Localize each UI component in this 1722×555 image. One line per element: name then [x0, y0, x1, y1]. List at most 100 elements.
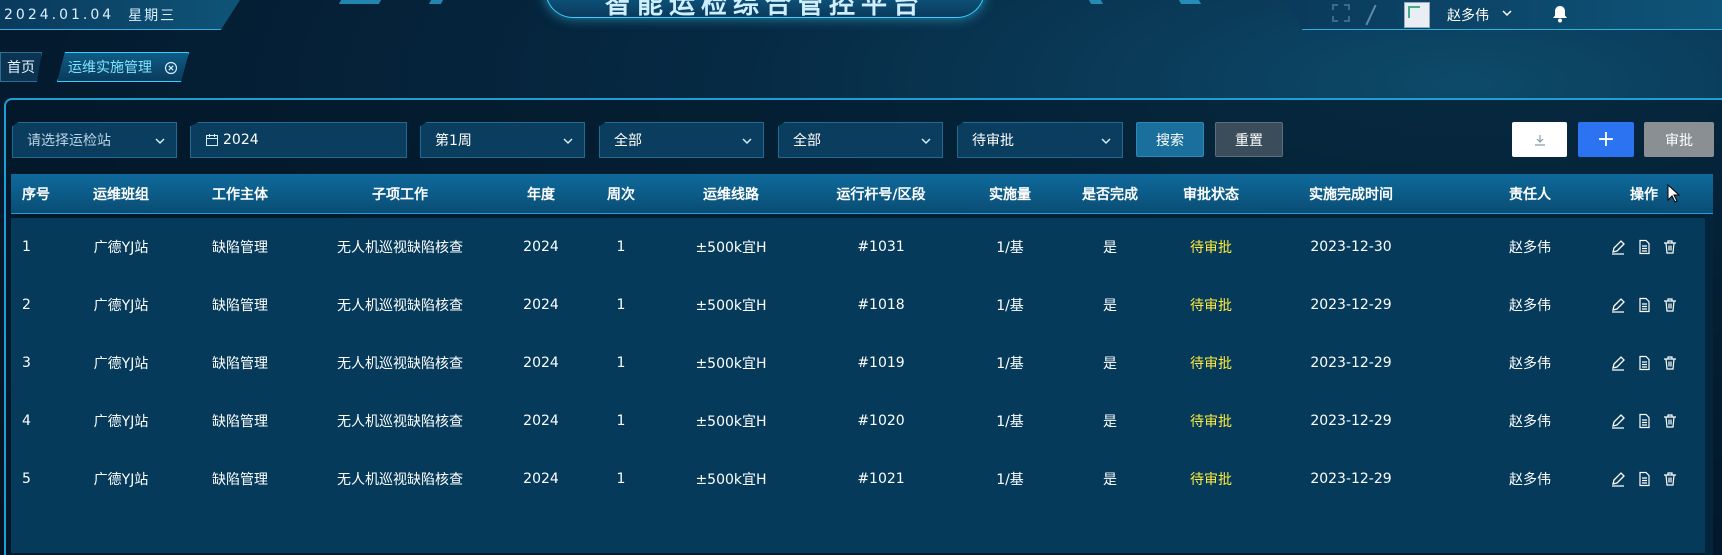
table-cell: 缺陷管理: [212, 240, 268, 256]
reset-button[interactable]: 重置: [1215, 122, 1283, 157]
table-cell: #1019: [857, 355, 905, 371]
status-value: 待审批: [972, 133, 1014, 149]
table-cell: 缺陷管理: [212, 298, 268, 314]
week-select[interactable]: 第1周: [420, 122, 585, 158]
edit-icon[interactable]: [1610, 239, 1626, 255]
table-cell: 1: [616, 355, 626, 371]
trash-icon[interactable]: [1662, 239, 1678, 255]
tab-home[interactable]: 首页: [0, 52, 42, 82]
trash-icon[interactable]: [1662, 297, 1678, 313]
status-badge: 待审批: [1190, 472, 1232, 488]
table-cell: 1/基: [996, 240, 1024, 256]
calendar-icon: [206, 134, 218, 146]
table-cell: 1: [616, 239, 626, 255]
date-text: 2024.01.04: [4, 6, 115, 23]
document-icon[interactable]: [1636, 413, 1652, 429]
table-cell: 无人机巡视缺陷核查: [337, 356, 463, 372]
table-cell: #1018: [857, 297, 905, 313]
table-cell: 广德YJ站: [93, 240, 149, 256]
column-header: 运维班组: [93, 186, 149, 203]
table-header: 序号 运维班组 工作主体 子项工作 年度 周次 运维线路 运行杆号/区段 实施量…: [11, 174, 1713, 214]
station-select[interactable]: 请选择运检站: [12, 122, 177, 158]
bell-icon[interactable]: [1550, 4, 1570, 24]
download-button[interactable]: [1512, 122, 1567, 157]
table-cell: ±500k宜H: [695, 472, 767, 488]
document-icon[interactable]: [1636, 239, 1652, 255]
chevron-down-icon: [921, 138, 931, 145]
table-cell: ±500k宜H: [695, 414, 767, 430]
fullscreen-icon[interactable]: [1332, 4, 1350, 22]
table-cell: ±500k宜H: [695, 240, 767, 256]
column-header: 操作: [1630, 186, 1658, 203]
filter-select-b[interactable]: 全部: [778, 122, 943, 158]
username[interactable]: 赵多伟: [1447, 5, 1489, 25]
table-cell: 赵多伟: [1509, 414, 1551, 430]
table-row: 3 广德YJ站 缺陷管理 无人机巡视缺陷核查 2024 1 ±500k宜H #1019 1/基 是…: [11, 334, 1705, 394]
document-icon[interactable]: [1636, 355, 1652, 371]
trash-icon[interactable]: [1662, 471, 1678, 487]
close-circle-icon[interactable]: [164, 61, 178, 75]
table-cell: 赵多伟: [1509, 240, 1551, 256]
row-actions: [1610, 392, 1678, 450]
add-button[interactable]: +: [1578, 122, 1634, 157]
table-row: 2 广德YJ站 缺陷管理 无人机巡视缺陷核查 2024 1 ±500k宜H #1018 1/基 是…: [11, 276, 1705, 336]
header-decoration: [1088, 0, 1104, 4]
table-cell: 1: [616, 413, 626, 429]
edit-icon[interactable]: [1610, 471, 1626, 487]
column-header: 审批状态: [1183, 186, 1239, 203]
search-button[interactable]: 搜索: [1136, 122, 1204, 157]
table-cell: 赵多伟: [1509, 472, 1551, 488]
table-cell: 2: [22, 297, 31, 313]
status-select[interactable]: 待审批: [957, 122, 1123, 158]
tab-maintenance[interactable]: 运维实施管理: [57, 52, 189, 82]
table-cell: 缺陷管理: [212, 472, 268, 488]
column-header: 是否完成: [1082, 186, 1138, 203]
document-icon[interactable]: [1636, 471, 1652, 487]
edit-icon[interactable]: [1610, 413, 1626, 429]
column-header: 年度: [527, 186, 555, 203]
top-bar: 2024.01.04 星期三 智能运检综合管控平台 赵多伟: [0, 0, 1722, 40]
chevron-down-icon[interactable]: [1500, 6, 1514, 20]
document-icon[interactable]: [1636, 297, 1652, 313]
table-cell: 1: [616, 297, 626, 313]
edit-icon[interactable]: [1610, 297, 1626, 313]
column-header: 工作主体: [212, 186, 268, 203]
header-decoration: [428, 0, 444, 4]
table-cell: 2024: [523, 413, 559, 429]
trash-icon[interactable]: [1662, 413, 1678, 429]
table-cell: ±500k宜H: [695, 298, 767, 314]
title-banner: 智能运检综合管控平台: [545, 0, 985, 20]
chevron-down-icon: [155, 138, 165, 145]
table-cell: 2023-12-29: [1310, 413, 1392, 429]
trash-icon[interactable]: [1662, 355, 1678, 371]
station-select-placeholder: 请选择运检站: [27, 133, 111, 149]
header-decoration: [338, 0, 382, 4]
filter-select-a[interactable]: 全部: [599, 122, 764, 158]
table-row: 4 广德YJ站 缺陷管理 无人机巡视缺陷核查 2024 1 ±500k宜H #1020 1/基 是…: [11, 392, 1705, 452]
status-badge: 待审批: [1190, 414, 1232, 430]
chevron-down-icon: [1101, 138, 1111, 145]
download-icon: [1534, 134, 1545, 146]
table-cell: ±500k宜H: [695, 356, 767, 372]
table-cell: 无人机巡视缺陷核查: [337, 414, 463, 430]
table-scrollbar[interactable]: [1705, 214, 1713, 555]
edit-icon[interactable]: [1610, 355, 1626, 371]
table-cell: 2023-12-29: [1310, 297, 1392, 313]
year-picker[interactable]: 2024: [190, 122, 407, 158]
approve-button[interactable]: 审批: [1644, 122, 1714, 157]
table-cell: 2024: [523, 297, 559, 313]
table-cell: 5: [22, 471, 31, 487]
table-cell: 广德YJ站: [93, 298, 149, 314]
table-cell: 1: [22, 239, 31, 255]
table-cell: 无人机巡视缺陷核查: [337, 472, 463, 488]
date-display: 2024.01.04 星期三: [0, 0, 240, 30]
row-actions: [1610, 218, 1678, 276]
column-header: 子项工作: [372, 186, 428, 203]
table-row: 1 广德YJ站 缺陷管理 无人机巡视缺陷核查 2024 1 ±500k宜H #1031 1/基 是…: [11, 218, 1705, 278]
column-header: 责任人: [1509, 186, 1551, 203]
avatar[interactable]: [1404, 2, 1430, 28]
table-cell: 缺陷管理: [212, 356, 268, 372]
column-header: 周次: [607, 186, 635, 203]
tab-label: 首页: [7, 60, 35, 76]
table-cell: 无人机巡视缺陷核查: [337, 298, 463, 314]
